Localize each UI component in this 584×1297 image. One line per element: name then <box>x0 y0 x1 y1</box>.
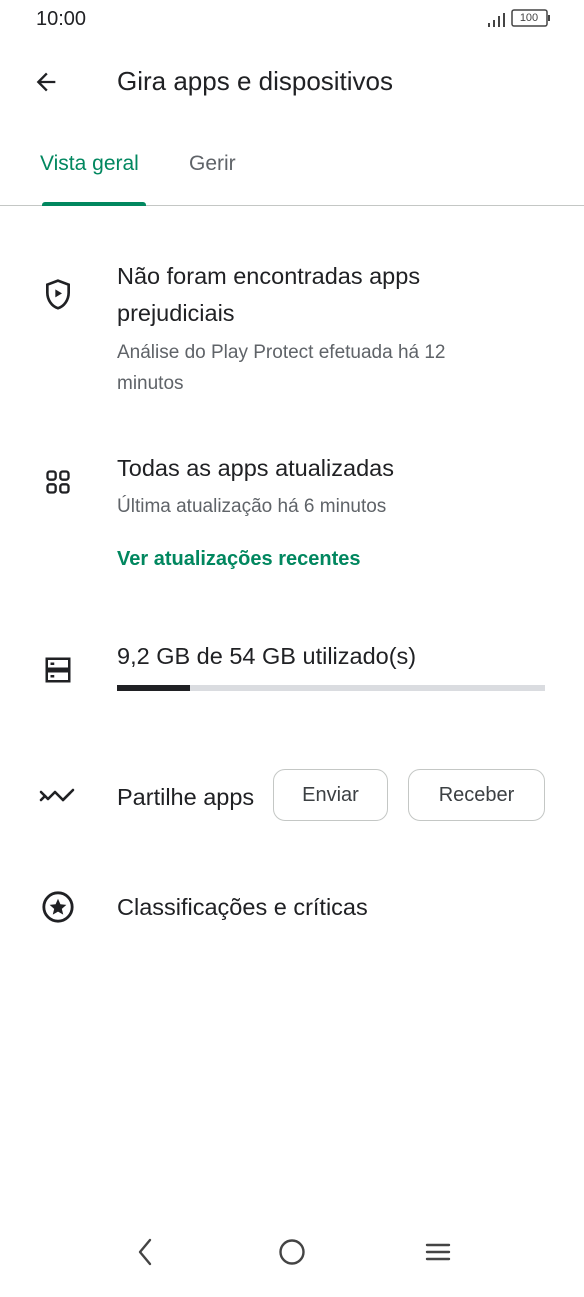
nav-back-icon <box>138 1238 152 1266</box>
page-title: Gira apps e dispositivos <box>117 66 394 96</box>
nearby-share-icon <box>38 776 78 816</box>
storage-label: 9,2 GB de 54 GB utilizado(s) <box>117 643 417 669</box>
nav-home-button[interactable] <box>272 1232 312 1272</box>
shield-play-icon <box>38 274 78 314</box>
send-button[interactable]: Enviar <box>273 769 388 821</box>
storage-row[interactable]: 9,2 GB de 54 GB utilizado(s) <box>0 640 584 700</box>
nav-menu-icon <box>425 1243 451 1261</box>
ratings-label: Classificações e críticas <box>117 894 368 920</box>
protect-subtitle: Análise do Play Protect efetuada há 12 m… <box>117 342 446 394</box>
receive-button[interactable]: Receber <box>408 769 545 821</box>
ratings-row[interactable]: Classificações e críticas <box>0 887 584 927</box>
storage-progress-fill <box>117 685 190 691</box>
status-time: 10:00 <box>36 8 87 30</box>
tab-overview[interactable]: Vista geral <box>40 152 139 176</box>
updates-subtitle: Última atualização há 6 minutos <box>117 496 387 517</box>
battery-level: 100 <box>519 12 539 24</box>
arrow-left-icon <box>36 72 56 92</box>
nav-back-button[interactable] <box>126 1232 166 1272</box>
active-tab-indicator <box>42 202 146 206</box>
storage-progress-bar <box>117 685 545 691</box>
back-button[interactable] <box>22 60 70 104</box>
play-protect-row[interactable]: Não foram encontradas apps prejudiciais … <box>0 258 584 408</box>
updates-row[interactable]: Todas as apps atualizadas Última atualiz… <box>0 450 584 530</box>
status-bar: 10:00 100 <box>0 0 584 38</box>
updates-title: Todas as apps atualizadas <box>117 455 394 481</box>
signal-icon <box>488 13 505 27</box>
system-nav-bar <box>0 1220 584 1297</box>
storage-icon <box>38 650 78 690</box>
tab-manage[interactable]: Gerir <box>189 152 236 176</box>
nav-home-icon <box>279 1239 305 1265</box>
nav-menu-button[interactable] <box>418 1232 458 1272</box>
tab-bar: Vista geral Gerir <box>0 140 584 206</box>
app-bar: Gira apps e dispositivos <box>0 50 584 114</box>
star-circle-icon <box>38 887 78 927</box>
apps-grid-icon <box>38 462 78 502</box>
recent-updates-link[interactable]: Ver atualizações recentes <box>117 548 360 571</box>
protect-title: Não foram encontradas apps prejudiciais <box>117 263 421 326</box>
